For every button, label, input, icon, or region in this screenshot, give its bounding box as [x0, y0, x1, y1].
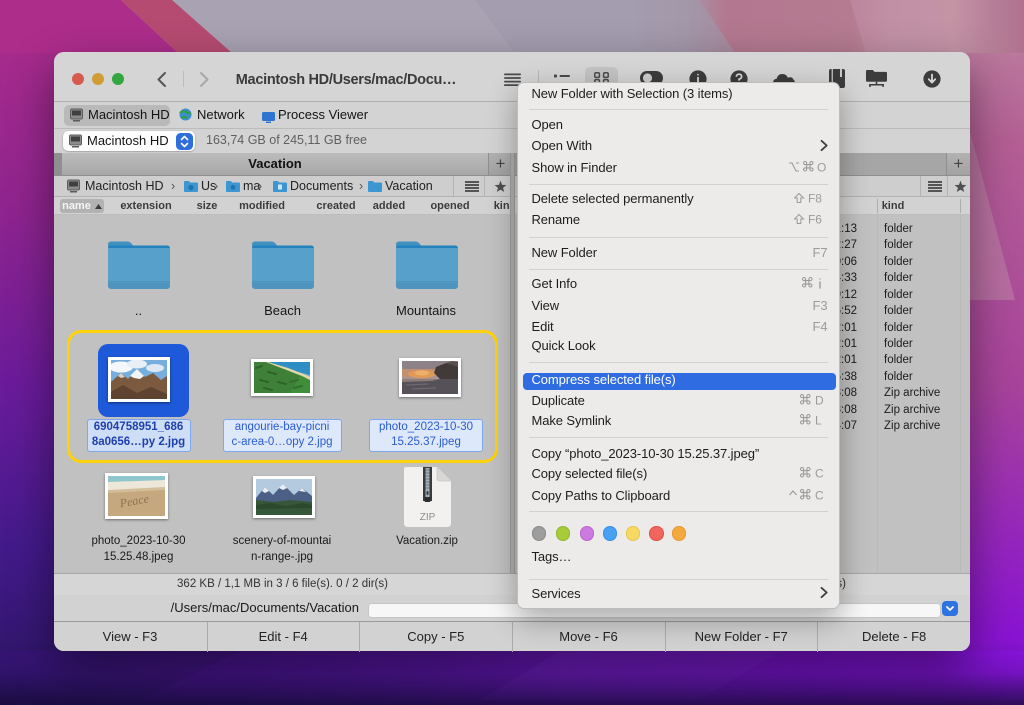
svg-text:F6: F6	[808, 213, 822, 226]
svg-text:ZIP: ZIP	[419, 512, 435, 523]
svg-text:C: C	[815, 467, 824, 480]
svg-text:F8: F8	[808, 192, 822, 205]
svg-text:C: C	[815, 489, 824, 502]
svg-text:O: O	[817, 161, 826, 174]
svg-text:D: D	[815, 394, 824, 407]
svg-text:L: L	[815, 414, 822, 427]
